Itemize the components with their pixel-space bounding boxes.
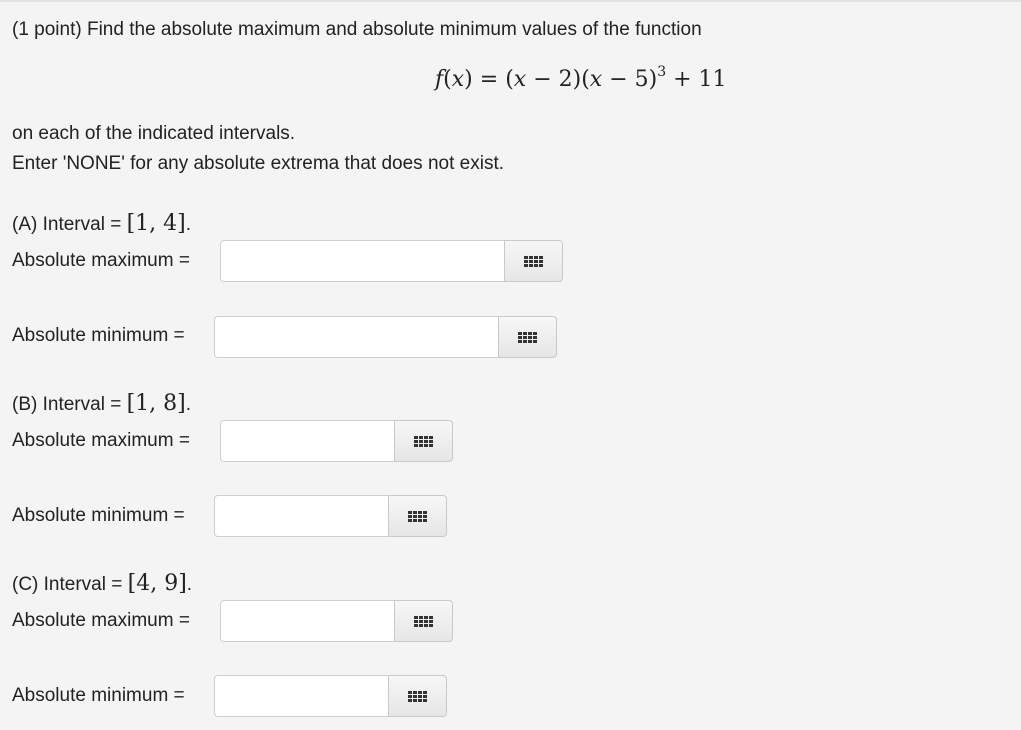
instruction-line-1: on each of the indicated intervals. <box>12 123 296 144</box>
part-b-min-label: Absolute minimum = <box>12 505 185 526</box>
part-c-label: (C) Interval = <box>12 574 128 595</box>
grid-keypad-icon <box>414 615 433 627</box>
part-b-max-input[interactable] <box>220 420 395 462</box>
part-a-max-input[interactable] <box>220 240 505 282</box>
grid-keypad-icon <box>408 690 427 702</box>
grid-keypad-icon <box>518 331 537 343</box>
instruction-line-2: Enter 'NONE' for any absolute extrema th… <box>12 153 504 174</box>
part-c-max-input[interactable] <box>220 600 395 642</box>
part-a-min-input[interactable] <box>214 316 499 358</box>
part-a-interval-value: [1, 4] <box>126 211 186 236</box>
part-c-min-palette-button[interactable] <box>388 675 447 717</box>
part-a-interval: (A) Interval = [1, 4]. <box>12 211 192 236</box>
grid-keypad-icon <box>524 255 543 267</box>
grid-keypad-icon <box>414 435 433 447</box>
part-a-min-label: Absolute minimum = <box>12 325 185 346</box>
part-c-max-label: Absolute maximum = <box>12 610 190 631</box>
part-b-min-palette-button[interactable] <box>388 495 447 537</box>
part-a-max-palette-button[interactable] <box>504 240 563 282</box>
part-c-max-palette-button[interactable] <box>394 600 453 642</box>
part-c-interval: (C) Interval = [4, 9]. <box>12 571 193 596</box>
grid-keypad-icon <box>408 510 427 522</box>
part-b-interval: (B) Interval = [1, 8]. <box>12 391 192 416</box>
part-b-interval-value: [1, 8] <box>126 391 186 416</box>
part-b-label: (B) Interval = <box>12 394 127 415</box>
part-c-min-label: Absolute minimum = <box>12 685 185 706</box>
function-formula: f(x) = (x − 2)(x − 5)3 + 11 <box>435 64 727 92</box>
part-b-max-palette-button[interactable] <box>394 420 453 462</box>
top-divider <box>0 0 1021 2</box>
part-c-interval-value: [4, 9] <box>127 571 187 596</box>
part-a-max-label: Absolute maximum = <box>12 250 190 271</box>
part-b-max-label: Absolute maximum = <box>12 430 190 451</box>
problem-intro: (1 point) Find the absolute maximum and … <box>12 19 702 40</box>
part-c-min-input[interactable] <box>214 675 389 717</box>
part-b-min-input[interactable] <box>214 495 389 537</box>
part-a-label: (A) Interval = <box>12 214 127 235</box>
part-a-min-palette-button[interactable] <box>498 316 557 358</box>
